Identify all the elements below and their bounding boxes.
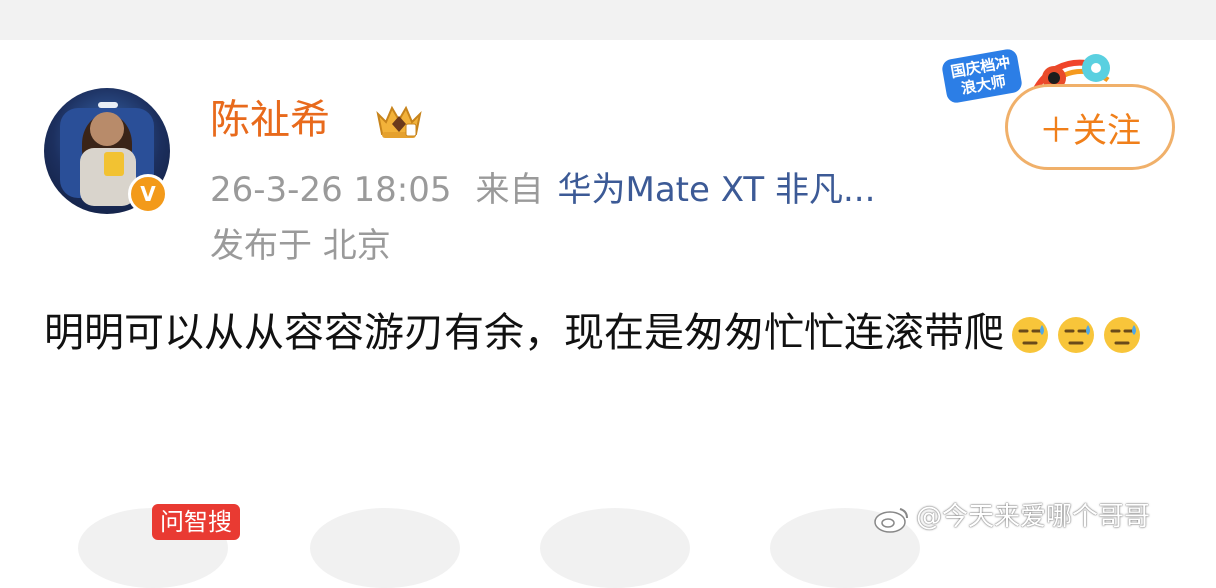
watermark: @今天来爱哪个哥哥 <box>872 500 1150 534</box>
action-bubble[interactable] <box>540 508 690 588</box>
sweat-emoji-icon <box>1012 317 1048 353</box>
post-text: 明明可以从从容容游刃有余，现在是匆匆忙忙连滚带爬 <box>44 300 1184 366</box>
avatar-face <box>90 112 124 146</box>
watermark-text: @今天来爱哪个哥哥 <box>916 502 1151 532</box>
sweat-emoji-icon <box>1058 317 1094 353</box>
top-strip <box>0 0 1216 40</box>
weibo-logo-icon <box>874 507 908 533</box>
post-text-content: 明明可以从从容容游刃有余，现在是匆匆忙忙连滚带爬 <box>44 310 1004 356</box>
verified-badge-icon: V <box>128 174 168 214</box>
post-timestamp: 26-3-26 18:05 <box>210 170 452 210</box>
crown-level-icon <box>376 105 422 138</box>
username[interactable]: 陈祉希 <box>210 94 330 146</box>
sweat-emoji-icon <box>1104 317 1140 353</box>
ask-tag[interactable]: 问智搜 <box>152 504 240 540</box>
avatar-popcorn <box>104 152 124 176</box>
sticker-label: 国庆档冲浪大师 <box>940 47 1024 105</box>
follow-button[interactable]: ＋关注 <box>1005 84 1175 170</box>
post-location: 发布于 北京 <box>210 226 391 266</box>
source-link[interactable]: 华为Mate XT 非凡... <box>558 170 876 210</box>
emoji-row <box>1010 315 1142 355</box>
action-bubble[interactable] <box>310 508 460 588</box>
from-label: 来自 <box>475 170 544 210</box>
avatar-glasses <box>98 102 118 108</box>
post-meta: 26-3-26 18:05 来自 华为Mate XT 非凡... <box>210 166 875 214</box>
